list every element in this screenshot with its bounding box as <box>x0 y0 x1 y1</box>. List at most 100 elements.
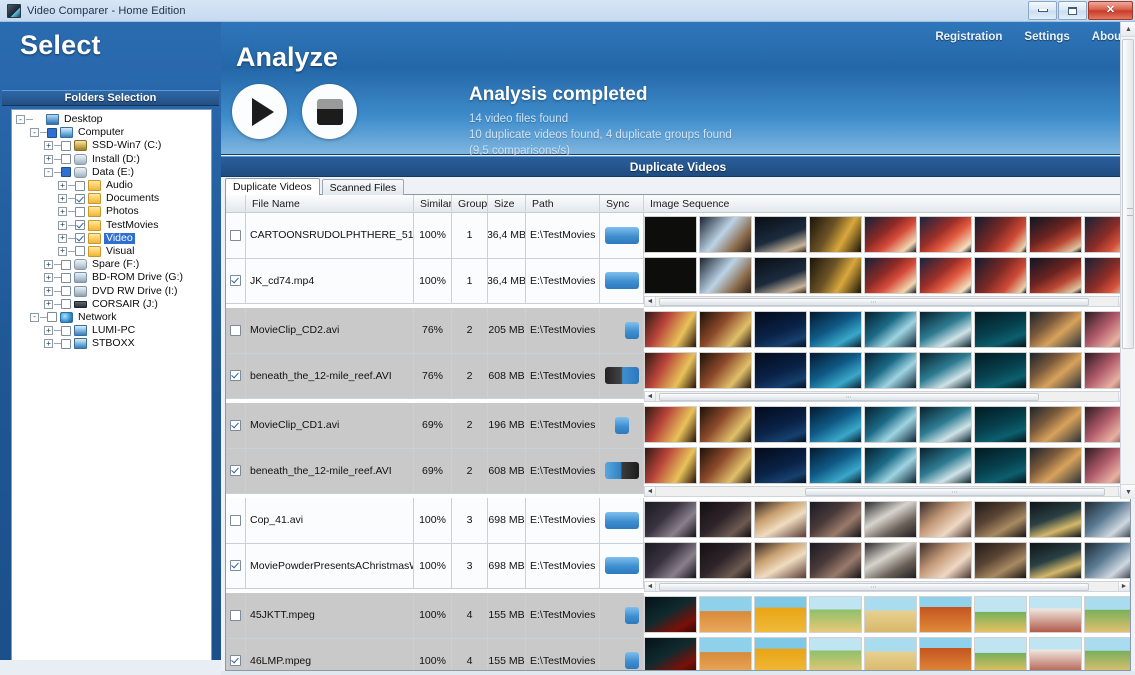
video-thumbnail[interactable] <box>699 351 752 389</box>
cell-sync[interactable] <box>600 213 644 258</box>
video-thumbnail[interactable] <box>809 636 862 670</box>
tree-node-testmovies[interactable]: + TestMovies <box>16 219 211 232</box>
row-select-checkbox[interactable] <box>230 560 241 572</box>
sync-indicator[interactable] <box>614 416 629 434</box>
video-thumbnail[interactable] <box>644 446 697 484</box>
tree-checkbox[interactable] <box>61 154 71 165</box>
video-thumbnail[interactable] <box>1084 595 1130 633</box>
video-thumbnail[interactable] <box>919 446 972 484</box>
video-thumbnail[interactable] <box>809 351 862 389</box>
sequence-horizontal-scrollbar[interactable]: ◄⋯► <box>644 486 1130 497</box>
video-thumbnail[interactable] <box>809 541 862 579</box>
expand-icon[interactable]: + <box>44 326 53 336</box>
thumbnail-strip[interactable] <box>644 593 1130 634</box>
video-thumbnail[interactable] <box>919 500 972 538</box>
row-select-checkbox-cell[interactable] <box>226 593 246 638</box>
row-select-checkbox[interactable] <box>230 370 241 382</box>
row-select-checkbox-cell[interactable] <box>226 543 246 588</box>
video-thumbnail[interactable] <box>1029 595 1082 633</box>
row-select-checkbox[interactable] <box>230 324 241 336</box>
close-button[interactable]: ✕ <box>1088 1 1133 20</box>
sync-indicator[interactable] <box>604 557 639 575</box>
thumbnail-strip[interactable] <box>644 498 1130 539</box>
tree-checkbox[interactable] <box>61 286 71 297</box>
tree-node-stboxx[interactable]: + STBOXX <box>16 337 211 350</box>
video-thumbnail[interactable] <box>699 636 752 670</box>
video-thumbnail[interactable] <box>809 256 862 294</box>
cell-sync[interactable] <box>600 403 644 448</box>
row-select-checkbox[interactable] <box>230 609 241 621</box>
tree-node-visual[interactable]: + Visual <box>16 245 211 258</box>
video-thumbnail[interactable] <box>644 636 697 670</box>
video-thumbnail[interactable] <box>974 310 1027 348</box>
cell-sync[interactable] <box>600 308 644 353</box>
video-thumbnail[interactable] <box>919 636 972 670</box>
video-thumbnail[interactable] <box>919 595 972 633</box>
thumbnail-strip[interactable] <box>644 444 1130 485</box>
video-thumbnail[interactable] <box>809 500 862 538</box>
video-thumbnail[interactable] <box>699 215 752 253</box>
menu-item-settings[interactable]: Settings <box>1024 31 1069 43</box>
expand-icon[interactable]: + <box>44 339 53 349</box>
column-header-checkbox[interactable] <box>226 195 246 213</box>
vertical-scroll-thumb[interactable] <box>1122 39 1134 349</box>
horizontal-scroll-thumb[interactable]: ⋯ <box>659 298 1089 306</box>
tree-checkbox[interactable] <box>61 167 71 178</box>
tree-node-computer[interactable]: - Computer <box>16 126 211 139</box>
video-thumbnail[interactable] <box>974 405 1027 443</box>
table-row[interactable]: 45JKTT.mpeg 100% 4 155 MB E:\TestMovies <box>226 593 644 639</box>
video-thumbnail[interactable] <box>919 405 972 443</box>
video-thumbnail[interactable] <box>754 351 807 389</box>
table-row[interactable]: CARTOONSRUDOLPHTHERE_512... 100% 1 36,4 MB E… <box>226 213 644 259</box>
video-thumbnail[interactable] <box>1084 500 1130 538</box>
row-select-checkbox-cell[interactable] <box>226 353 246 398</box>
video-thumbnail[interactable] <box>864 446 917 484</box>
scroll-left-arrow-icon[interactable]: ◄ <box>645 297 656 306</box>
video-thumbnail[interactable] <box>1029 405 1082 443</box>
sync-indicator[interactable] <box>604 462 639 480</box>
expand-icon[interactable]: + <box>58 207 67 217</box>
video-thumbnail[interactable] <box>864 636 917 670</box>
video-thumbnail[interactable] <box>809 215 862 253</box>
tree-checkbox[interactable] <box>61 338 71 349</box>
video-thumbnail[interactable] <box>1029 215 1082 253</box>
image-sequence-cell[interactable]: ◄⋯► <box>644 403 1130 498</box>
stop-button[interactable] <box>302 84 357 139</box>
video-thumbnail[interactable] <box>699 256 752 294</box>
column-header-similarity[interactable]: Similarity <box>414 195 452 213</box>
horizontal-scroll-thumb[interactable]: ⋯ <box>805 488 1105 496</box>
video-thumbnail[interactable] <box>1084 636 1130 670</box>
tree-checkbox[interactable] <box>75 246 85 257</box>
sequence-horizontal-scrollbar[interactable]: ◄⋯► <box>644 581 1130 592</box>
video-thumbnail[interactable] <box>1029 446 1082 484</box>
sync-indicator[interactable] <box>624 321 639 339</box>
video-thumbnail[interactable] <box>699 446 752 484</box>
video-thumbnail[interactable] <box>699 405 752 443</box>
video-thumbnail[interactable] <box>754 541 807 579</box>
row-select-checkbox-cell[interactable] <box>226 258 246 303</box>
cell-sync[interactable] <box>600 258 644 303</box>
video-thumbnail[interactable] <box>809 446 862 484</box>
video-thumbnail[interactable] <box>644 500 697 538</box>
menu-item-registration[interactable]: Registration <box>935 31 1002 43</box>
video-thumbnail[interactable] <box>974 500 1027 538</box>
video-thumbnail[interactable] <box>1029 310 1082 348</box>
expand-icon[interactable]: + <box>44 273 53 283</box>
tree-node-video[interactable]: + Video <box>16 232 211 245</box>
video-thumbnail[interactable] <box>1029 500 1082 538</box>
video-thumbnail[interactable] <box>644 541 697 579</box>
row-select-checkbox-cell[interactable] <box>226 213 246 258</box>
video-thumbnail[interactable] <box>699 310 752 348</box>
tree-checkbox[interactable] <box>61 325 71 336</box>
cell-sync[interactable] <box>600 638 644 670</box>
sequence-horizontal-scrollbar[interactable]: ◄⋯► <box>644 391 1130 402</box>
tab-scanned-files[interactable]: Scanned Files <box>321 179 405 195</box>
video-thumbnail[interactable] <box>919 541 972 579</box>
table-row[interactable]: beneath_the_12-mile_reef.AVI 76% 2 608 MB E:… <box>226 353 644 399</box>
video-thumbnail[interactable] <box>699 500 752 538</box>
tree-checkbox[interactable] <box>75 233 85 244</box>
tree-checkbox[interactable] <box>47 312 57 323</box>
tree-checkbox[interactable] <box>61 272 71 283</box>
table-row[interactable]: beneath_the_12-mile_reef.AVI 69% 2 608 MB E:… <box>226 448 644 494</box>
table-row[interactable]: MovieClip_CD1.avi 69% 2 196 MB E:\TestMovies <box>226 403 644 449</box>
